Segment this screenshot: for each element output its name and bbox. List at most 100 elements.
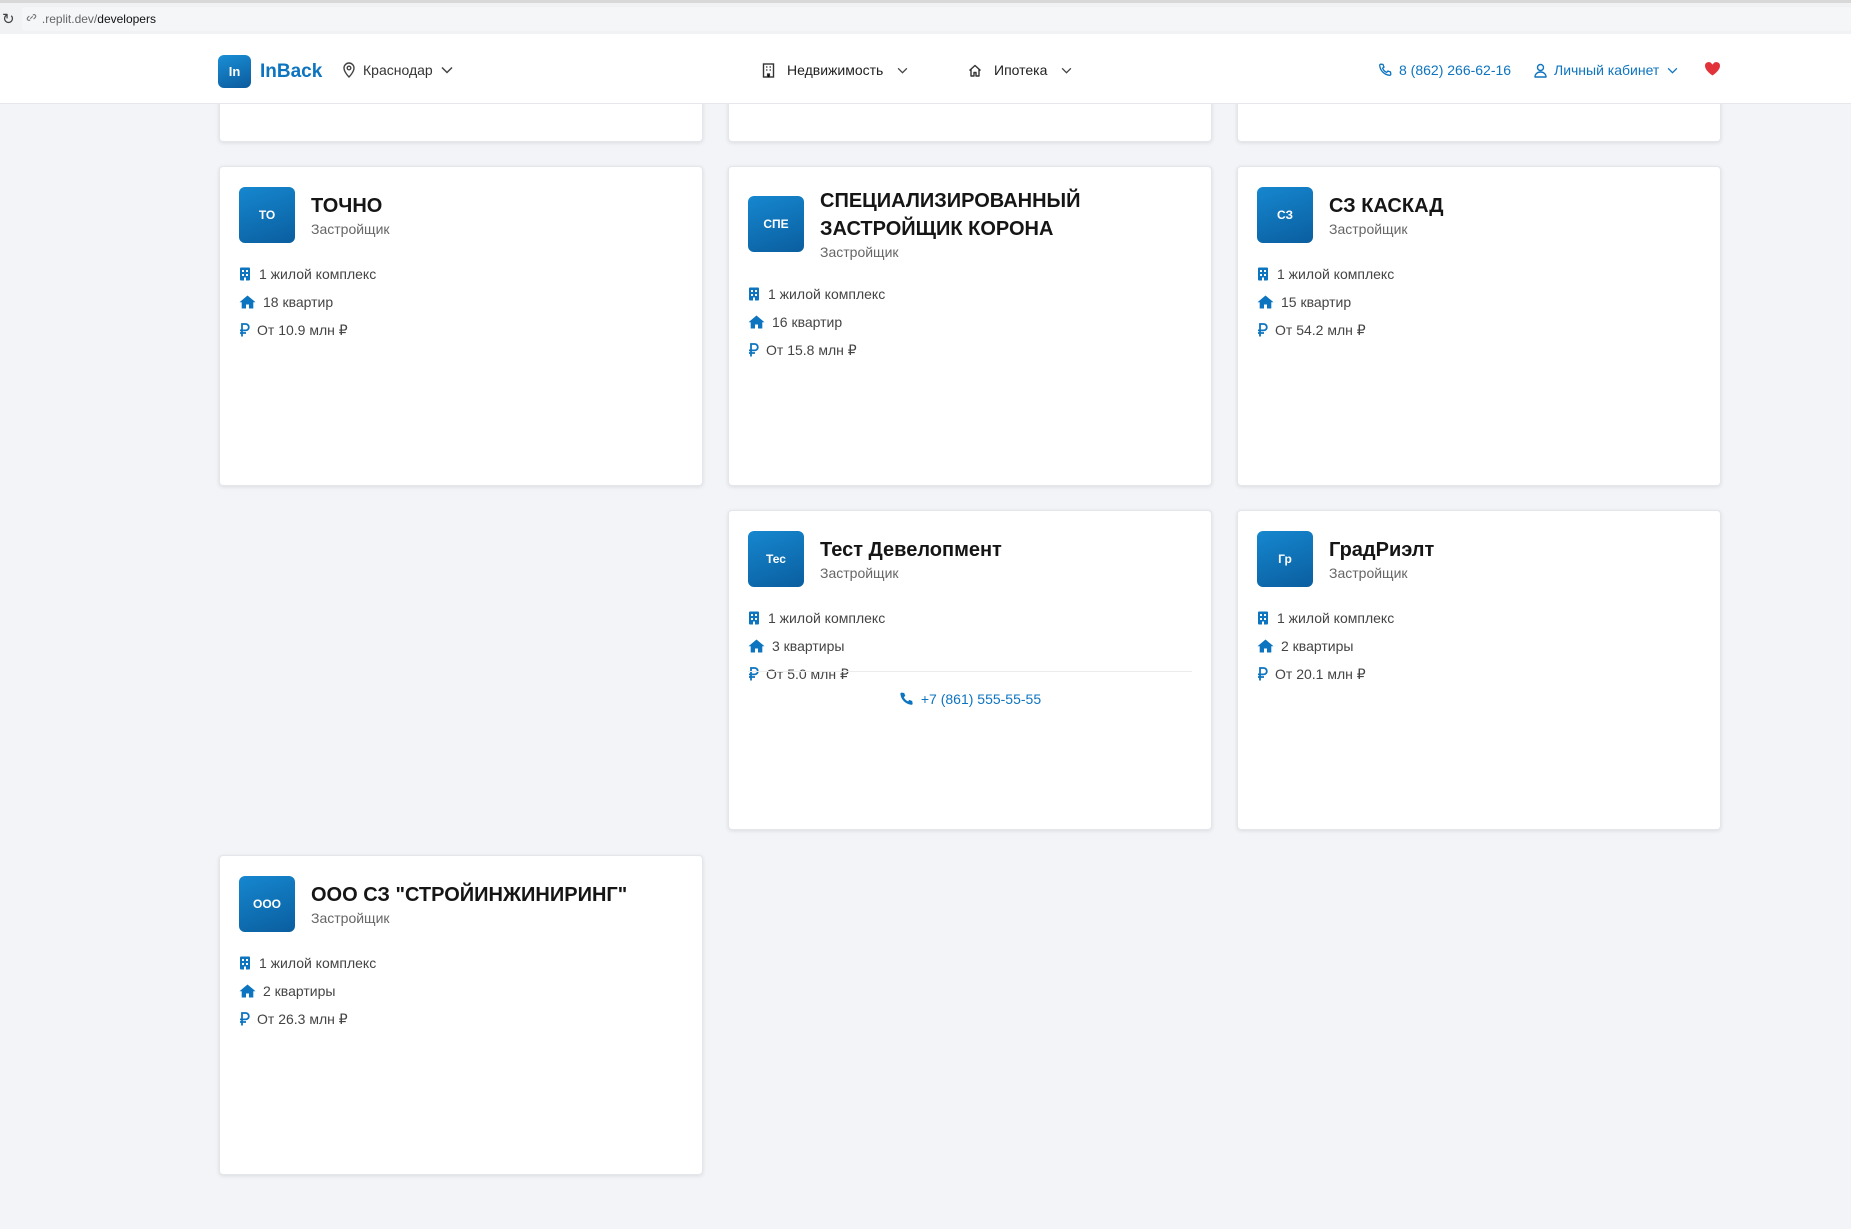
ruble-icon	[748, 667, 766, 681]
developer-logo-badge: СПЕ	[748, 196, 804, 252]
chevron-down-icon	[897, 67, 908, 74]
house-icon	[239, 295, 263, 309]
chevron-down-icon	[441, 66, 453, 74]
reload-icon[interactable]: ↻	[2, 10, 18, 28]
developer-stats: 1 жилой комплекс 3 квартиры От 5.0 млн ₽	[748, 604, 885, 688]
developer-type: Застройщик	[311, 221, 390, 237]
developer-logo-badge: Гр	[1257, 531, 1313, 587]
phone-icon	[1378, 63, 1392, 77]
building-icon	[239, 956, 259, 970]
complexes-count-label: 1 жилой комплекс	[1277, 610, 1395, 626]
nav-real-estate[interactable]: Недвижимость	[762, 62, 908, 78]
min-price: От 26.3 млн ₽	[239, 1005, 376, 1033]
developer-title-block: СПЕЦИАЛИЗИРОВАННЫЙ ЗАСТРОЙЩИК КОРОНА Заст…	[820, 187, 1110, 261]
developer-stats: 1 жилой комплекс 15 квартир От 54.2 млн ₽	[1257, 260, 1394, 344]
flats-count-label: 16 квартир	[772, 314, 843, 330]
complexes-count: 1 жилой комплекс	[239, 260, 376, 288]
developer-logo-badge: СЗ	[1257, 187, 1313, 243]
min-price: От 15.8 млн ₽	[748, 336, 885, 364]
site-header: In InBack Краснодар Недвижимость Ипотека	[0, 34, 1851, 104]
flats-count: 15 квартир	[1257, 288, 1394, 316]
house-icon	[968, 64, 982, 77]
developer-name[interactable]: ООО СЗ "СТРОЙИНЖИНИРИНГ"	[311, 881, 627, 909]
developer-card[interactable]: СЗ СЗ КАСКАД Застройщик 1 жилой комплекс 15 …	[1237, 166, 1721, 486]
complexes-count-label: 1 жилой комплекс	[768, 610, 886, 626]
min-price-label: От 10.9 млн ₽	[257, 321, 348, 338]
developer-card-header: ТО ТОЧНО Застройщик	[239, 187, 390, 243]
developer-name[interactable]: Тест Девелопмент	[820, 536, 1002, 564]
flats-count-label: 2 квартиры	[1281, 638, 1354, 654]
map-pin-icon	[342, 62, 356, 78]
min-price-label: От 5.0 млн ₽	[766, 665, 849, 682]
ruble-icon	[748, 343, 766, 357]
developer-phone-link[interactable]: +7 (861) 555-55-55	[729, 691, 1211, 707]
house-icon	[1257, 639, 1281, 653]
building-icon	[762, 62, 775, 78]
favorites-heart-icon[interactable]	[1704, 61, 1721, 81]
flats-count: 2 квартиры	[1257, 632, 1394, 660]
developer-card[interactable]: Гр ГрадРиэлт Застройщик 1 жилой комплекс 2 к…	[1237, 510, 1721, 830]
complexes-count: 1 жилой комплекс	[1257, 604, 1394, 632]
building-icon	[239, 267, 259, 281]
url-path: developers	[97, 11, 156, 26]
card-divider	[748, 671, 1192, 672]
chevron-down-icon	[1667, 67, 1678, 74]
developer-card[interactable]: ТО ТОЧНО Застройщик 1 жилой комплекс 18 квар…	[219, 166, 703, 486]
developer-card-header: СПЕ СПЕЦИАЛИЗИРОВАННЫЙ ЗАСТРОЙЩИК КОРОНА З…	[748, 187, 1110, 261]
developer-name[interactable]: СЗ КАСКАД	[1329, 192, 1444, 220]
developer-name[interactable]: ГрадРиэлт	[1329, 536, 1434, 564]
address-bar[interactable]: .replit.dev/developers	[21, 6, 1851, 31]
min-price-label: От 26.3 млн ₽	[257, 1010, 348, 1027]
developer-logo-badge: ТО	[239, 187, 295, 243]
developer-name[interactable]: ТОЧНО	[311, 192, 390, 220]
complexes-count: 1 жилой комплекс	[748, 604, 885, 632]
house-icon	[1257, 295, 1281, 309]
flats-count: 16 квартир	[748, 308, 885, 336]
developer-stats: 1 жилой комплекс 16 квартир От 15.8 млн ₽	[748, 280, 885, 364]
developer-card[interactable]: ООО ООО СЗ "СТРОЙИНЖИНИРИНГ" Застройщик 1 ж…	[219, 855, 703, 1175]
browser-toolbar: ↻ .replit.dev/developers	[0, 0, 1851, 34]
developer-card-header: ООО ООО СЗ "СТРОЙИНЖИНИРИНГ" Застройщик	[239, 876, 627, 932]
flats-count: 3 квартиры	[748, 632, 885, 660]
logo[interactable]: In InBack	[218, 55, 322, 88]
developer-stats: 1 жилой комплекс 18 квартир От 10.9 млн ₽	[239, 260, 376, 344]
personal-cabinet-label: Личный кабинет	[1554, 62, 1660, 78]
flats-count: 2 квартиры	[239, 977, 376, 1005]
developer-title-block: ГрадРиэлт Застройщик	[1329, 536, 1434, 582]
building-icon	[748, 611, 768, 625]
developer-title-block: ТОЧНО Застройщик	[311, 192, 390, 238]
ruble-icon	[239, 323, 257, 337]
min-price: От 54.2 млн ₽	[1257, 316, 1394, 344]
ruble-icon	[239, 1012, 257, 1026]
house-icon	[748, 315, 772, 329]
building-icon	[1257, 267, 1277, 281]
developer-logo-badge: ООО	[239, 876, 295, 932]
developer-logo-badge: Тес	[748, 531, 804, 587]
city-selector[interactable]: Краснодар	[342, 62, 453, 78]
nav-real-estate-label: Недвижимость	[787, 62, 884, 78]
developer-name[interactable]: СПЕЦИАЛИЗИРОВАННЫЙ ЗАСТРОЙЩИК КОРОНА	[820, 187, 1110, 243]
developer-stats: 1 жилой комплекс 2 квартиры От 26.3 млн ₽	[239, 949, 376, 1033]
developer-card-header: Гр ГрадРиэлт Застройщик	[1257, 531, 1434, 587]
developer-title-block: СЗ КАСКАД Застройщик	[1329, 192, 1444, 238]
developer-type: Застройщик	[1329, 565, 1408, 581]
flats-count: 18 квартир	[239, 288, 376, 316]
nav-mortgage[interactable]: Ипотека	[968, 62, 1072, 78]
header-phone-label: 8 (862) 266-62-16	[1399, 62, 1512, 78]
ruble-icon	[1257, 667, 1275, 681]
developer-type: Застройщик	[820, 244, 899, 260]
header-phone-link[interactable]: 8 (862) 266-62-16	[1378, 62, 1511, 78]
house-icon	[239, 984, 263, 998]
developer-title-block: Тест Девелопмент Застройщик	[820, 536, 1002, 582]
developer-card[interactable]: СПЕ СПЕЦИАЛИЗИРОВАННЫЙ ЗАСТРОЙЩИК КОРОНА З…	[728, 166, 1212, 486]
developer-type: Застройщик	[1329, 221, 1408, 237]
developer-title-block: ООО СЗ "СТРОЙИНЖИНИРИНГ" Застройщик	[311, 881, 627, 927]
flats-count-label: 15 квартир	[1281, 294, 1352, 310]
logo-badge: In	[218, 55, 251, 88]
developer-card[interactable]: Тес Тест Девелопмент Застройщик 1 жилой ком…	[728, 510, 1212, 830]
developer-type: Застройщик	[820, 565, 899, 581]
personal-cabinet-menu[interactable]: Личный кабинет	[1534, 62, 1678, 78]
developer-stats: 1 жилой комплекс 2 квартиры От 20.1 млн ₽	[1257, 604, 1394, 688]
nav-mortgage-label: Ипотека	[994, 62, 1048, 78]
complexes-count-label: 1 жилой комплекс	[259, 266, 377, 282]
